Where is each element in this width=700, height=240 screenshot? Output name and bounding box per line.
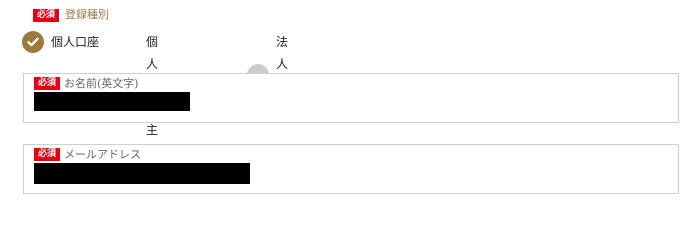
registration-type-heading: 必須 登録種別 bbox=[33, 8, 109, 22]
required-badge: 必須 bbox=[34, 148, 61, 161]
name-field-label-row: 必須 お名前(英文字) bbox=[34, 77, 139, 90]
email-field-label-row: 必須 メールアドレス bbox=[34, 148, 141, 161]
checkmark-icon bbox=[27, 37, 39, 47]
radio-checked-indicator[interactable] bbox=[22, 31, 44, 53]
redacted-email-value bbox=[34, 163, 250, 184]
email-input-field[interactable]: 必須 メールアドレス bbox=[23, 144, 679, 194]
email-field-label: メールアドレス bbox=[64, 148, 142, 161]
name-field-label: お名前(英文字) bbox=[64, 77, 139, 90]
name-input-field[interactable]: 必須 お名前(英文字) bbox=[23, 73, 679, 123]
radio-option-individual[interactable]: 個人口座 bbox=[22, 31, 99, 53]
radio-label-individual[interactable]: 個人口座 bbox=[51, 31, 99, 53]
required-badge: 必須 bbox=[34, 77, 61, 90]
registration-type-radio-group: 個人口座 個人事業主口座 法人口座 bbox=[22, 30, 288, 181]
redacted-name-value bbox=[34, 92, 190, 111]
registration-type-title: 登録種別 bbox=[65, 8, 110, 21]
required-badge: 必須 bbox=[33, 8, 60, 22]
